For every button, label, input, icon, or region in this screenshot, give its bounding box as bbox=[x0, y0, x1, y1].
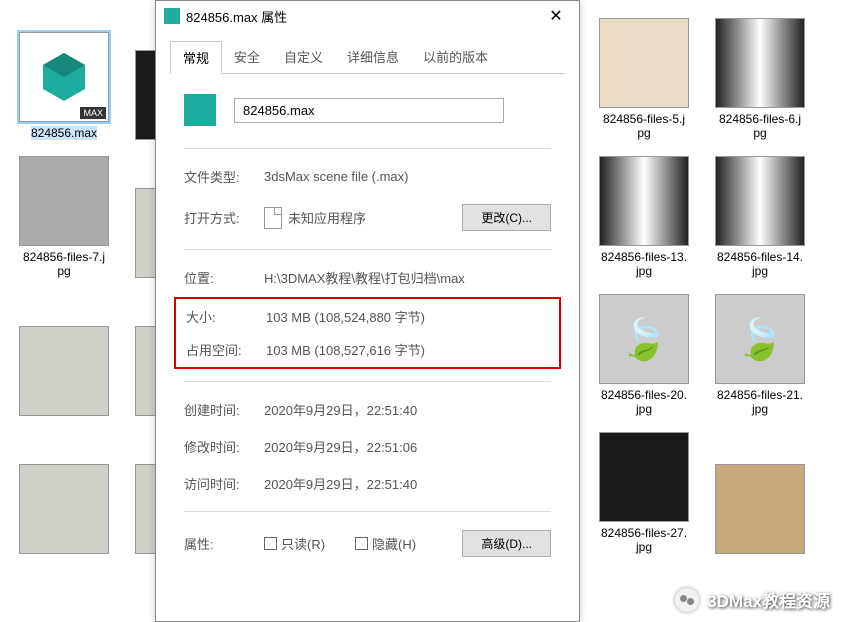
close-button[interactable]: ✕ bbox=[541, 4, 571, 28]
file-label: 824856-files-6.j pg bbox=[719, 112, 801, 140]
highlighted-size-box: 大小: 103 MB (108,524,880 字节) 占用空间: 103 MB… bbox=[174, 297, 561, 369]
advanced-button[interactable]: 高级(D)... bbox=[462, 530, 551, 557]
file-thumbnail bbox=[19, 464, 109, 554]
file-label: 824856-files-13. jpg bbox=[601, 250, 687, 278]
readonly-checkbox[interactable]: 只读(R) bbox=[264, 534, 325, 553]
file-item[interactable]: 🍃 824856-files-21. jpg bbox=[706, 286, 814, 416]
file-label: 824856-files-5.j pg bbox=[603, 112, 685, 140]
file-thumbnail bbox=[715, 464, 805, 554]
titlebar: 824856.max 属性 ✕ bbox=[156, 1, 579, 31]
file-thumbnail bbox=[19, 156, 109, 246]
file-item[interactable]: MAX 824856.max bbox=[10, 10, 118, 140]
tab[interactable]: 以前的版本 bbox=[411, 41, 500, 73]
diskspace-label: 占用空间: bbox=[186, 340, 266, 359]
file-label: 824856-files-20. jpg bbox=[601, 388, 687, 416]
accessed-label: 访问时间: bbox=[184, 474, 264, 493]
diskspace-value: 103 MB (108,527,616 字节) bbox=[266, 340, 549, 359]
modified-value: 2020年9月29日，22:51:06 bbox=[264, 437, 551, 456]
hidden-checkbox[interactable]: 隐藏(H) bbox=[355, 534, 416, 553]
file-label: 824856-files-14. jpg bbox=[717, 250, 803, 278]
file-item[interactable]: 🍃 824856-files-20. jpg bbox=[590, 286, 698, 416]
location-value: H:\3DMAX教程\教程\打包归档\max bbox=[264, 268, 551, 287]
tab-strip: 常规安全自定义详细信息以前的版本 bbox=[170, 41, 565, 74]
size-label: 大小: bbox=[186, 307, 266, 326]
tab[interactable]: 安全 bbox=[222, 41, 272, 73]
file-item[interactable]: 824856-files-27. jpg bbox=[590, 424, 698, 554]
file-thumbnail bbox=[715, 156, 805, 246]
filetype-label: 文件类型: bbox=[184, 167, 264, 186]
file-item[interactable]: 824856-files-7.j pg bbox=[10, 148, 118, 278]
file-thumbnail bbox=[599, 156, 689, 246]
file-thumbnail: 🍃 bbox=[715, 294, 805, 384]
attributes-label: 属性: bbox=[184, 534, 264, 553]
file-thumbnail: MAX bbox=[19, 32, 109, 122]
file-item[interactable]: 824856-files-5.j pg bbox=[590, 10, 698, 140]
file-thumbnail: 🍃 bbox=[599, 294, 689, 384]
file-item[interactable] bbox=[10, 286, 118, 416]
app-icon bbox=[164, 8, 180, 24]
size-value: 103 MB (108,524,880 字节) bbox=[266, 307, 549, 326]
file-item[interactable]: 824856-files-6.j pg bbox=[706, 10, 814, 140]
dialog-title: 824856.max 属性 bbox=[186, 7, 287, 26]
created-value: 2020年9月29日，22:51:40 bbox=[264, 400, 551, 419]
filename-input[interactable] bbox=[234, 98, 504, 123]
tab-content: 文件类型: 3dsMax scene file (.max) 打开方式: 未知应… bbox=[156, 74, 579, 595]
location-label: 位置: bbox=[184, 268, 264, 287]
openwith-label: 打开方式: bbox=[184, 208, 264, 227]
watermark-text: 3DMax教程资源 bbox=[707, 587, 830, 612]
file-label: 824856-files-21. jpg bbox=[717, 388, 803, 416]
file-label: 824856.max bbox=[31, 126, 97, 140]
filetype-icon bbox=[184, 94, 216, 126]
file-item[interactable]: 824856-files-13. jpg bbox=[590, 148, 698, 278]
modified-label: 修改时间: bbox=[184, 437, 264, 456]
filetype-value: 3dsMax scene file (.max) bbox=[264, 169, 551, 184]
tab[interactable]: 常规 bbox=[170, 41, 222, 74]
file-item[interactable] bbox=[706, 424, 814, 554]
file-thumbnail bbox=[19, 326, 109, 416]
file-thumbnail bbox=[715, 18, 805, 108]
file-item[interactable] bbox=[10, 424, 118, 554]
file-item[interactable]: 824856-files-14. jpg bbox=[706, 148, 814, 278]
created-label: 创建时间: bbox=[184, 400, 264, 419]
tab[interactable]: 详细信息 bbox=[335, 41, 411, 73]
watermark: 3DMax教程资源 bbox=[675, 587, 830, 612]
change-button[interactable]: 更改(C)... bbox=[462, 204, 551, 231]
file-label: 824856-files-27. jpg bbox=[601, 526, 687, 554]
unknown-app-icon bbox=[264, 207, 282, 229]
tab[interactable]: 自定义 bbox=[272, 41, 335, 73]
file-label: 824856-files-7.j pg bbox=[23, 250, 105, 278]
properties-dialog: 824856.max 属性 ✕ 常规安全自定义详细信息以前的版本 文件类型: 3… bbox=[155, 0, 580, 622]
openwith-value: 未知应用程序 bbox=[288, 208, 366, 227]
file-thumbnail bbox=[599, 432, 689, 522]
accessed-value: 2020年9月29日，22:51:40 bbox=[264, 474, 551, 493]
file-thumbnail bbox=[599, 18, 689, 108]
wechat-icon bbox=[675, 588, 699, 612]
